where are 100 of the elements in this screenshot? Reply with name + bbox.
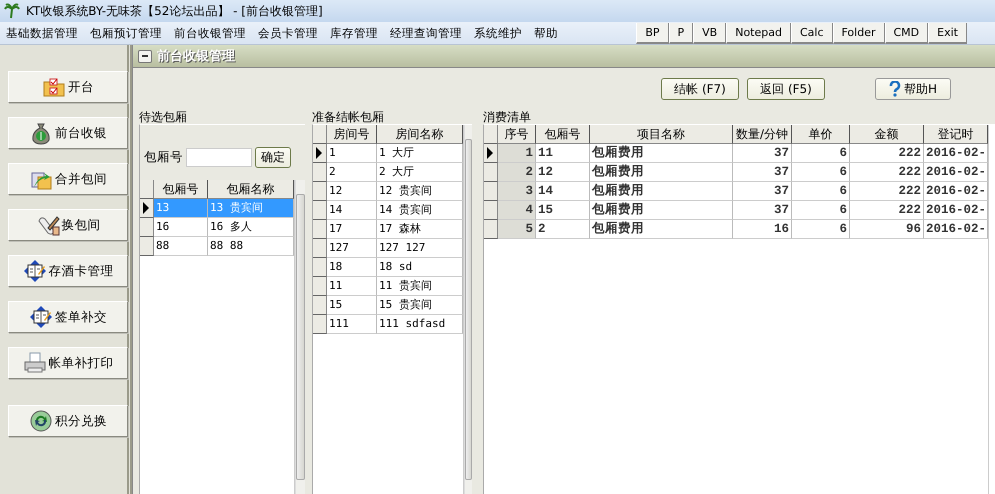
table-cell: 88 88 [208,237,294,256]
menu-item[interactable]: 帮助 [528,26,564,40]
table-cell: 17 [327,220,377,239]
table-cell: 包厢费用 [590,201,733,220]
sidebar-button[interactable]: 换包间 [8,209,128,241]
ledger-icon [22,259,46,283]
column-header[interactable]: 包厢号 [536,125,590,144]
menu-item[interactable]: 会员卡管理 [252,26,324,40]
scrollbar[interactable] [295,180,305,494]
column-header[interactable]: 登记时 [924,125,988,144]
table-cell: 5 [498,220,536,239]
header-corner [484,125,498,144]
table-cell: 11 [536,144,590,163]
collapse-icon[interactable] [138,50,152,62]
toolbar-button[interactable]: Notepad [726,23,791,44]
menu-item[interactable]: 基础数据管理 [0,26,84,40]
sidebar-button[interactable]: 存酒卡管理 [8,255,128,287]
menu-item[interactable]: 包厢预订管理 [84,26,168,40]
toolbar-button[interactable]: P [668,23,694,44]
column-header[interactable]: 包厢号 [154,180,208,199]
sidebar-button[interactable]: 前台收银 [8,117,128,149]
table-cell: 37 [733,201,792,220]
row-indicator[interactable] [313,144,327,163]
table-cell: 6 [792,163,850,182]
table-cell: 包厢费用 [590,144,733,163]
printer-icon [22,351,46,375]
table-cell: 111 sdfasd [377,315,463,334]
panel-title: 前台收银管理 [157,48,235,65]
action-button[interactable]: 结帐 (F7) [661,78,739,100]
field-label: 包厢号 [144,149,183,166]
table-cell: 2016-02- [924,144,988,163]
confirm-button[interactable]: 确定 [255,147,291,168]
sidebar-button[interactable]: 合并包间 [8,163,128,195]
table-cell: 15 [536,201,590,220]
table-cell: 37 [733,182,792,201]
table-cell: 1 [327,144,377,163]
group-title: 待选包厢 [139,110,188,124]
menu-item[interactable]: 经理查询管理 [384,26,468,40]
table-cell: 12 [536,163,590,182]
table-cell: 2 [498,163,536,182]
table-cell: 包厢费用 [590,220,733,239]
column-header[interactable]: 房间号 [327,125,377,144]
table-cell: 16 多人 [208,218,294,237]
table-cell: 37 [733,144,792,163]
table-cell: 14 [327,201,377,220]
row-indicator[interactable] [140,199,154,218]
table-cell: 包厢费用 [590,163,733,182]
question-mark-icon [888,81,901,97]
table-cell: 18 sd [377,258,463,277]
table-cell: 12 [327,182,377,201]
table-cell: 222 [850,144,924,163]
menu-item[interactable]: 库存管理 [324,26,384,40]
room-number-field[interactable] [186,148,252,167]
table-cell: 222 [850,182,924,201]
toolbar-button[interactable]: Calc [790,23,832,44]
sidebar-button[interactable]: 积分兑换 [8,405,128,437]
table-cell: 15 贵宾间 [377,296,463,315]
row-indicator[interactable] [484,144,498,163]
toolbar-button[interactable]: Exit [928,23,967,44]
table-cell: 6 [792,144,850,163]
table-cell: 14 贵宾间 [377,201,463,220]
table-cell: 2016-02- [924,220,988,239]
table-cell: 2016-02- [924,201,988,220]
column-header[interactable]: 单价 [792,125,850,144]
table-cell: 6 [792,220,850,239]
column-header[interactable]: 房间名称 [377,125,463,144]
help-button[interactable]: 帮助H [875,78,951,100]
table-cell: 15 [327,296,377,315]
column-header[interactable]: 金额 [850,125,924,144]
column-header[interactable]: 包厢名称 [208,180,294,199]
toolbar-button[interactable]: Folder [832,23,884,44]
group-title: 消费清单 [483,110,532,124]
table-cell: 37 [733,163,792,182]
table-cell: 14 [536,182,590,201]
sidebar-button[interactable]: 帐单补打印 [8,347,128,379]
table-cell: 12 贵宾间 [377,182,463,201]
column-header[interactable]: 序号 [498,125,536,144]
table-cell: 17 森林 [377,220,463,239]
column-header[interactable]: 数量/分钟 [733,125,792,144]
action-button[interactable]: 返回 (F5) [747,78,825,100]
menu-item[interactable]: 系统维护 [468,26,528,40]
table-cell: 222 [850,163,924,182]
toolbar-button[interactable]: VB [693,23,726,44]
toolbar-button[interactable]: BP [636,23,668,44]
table-cell: 2016-02- [924,163,988,182]
sidebar-button[interactable]: 签单补交 [8,301,128,333]
header-corner [313,125,327,144]
sidebar-button[interactable]: 开台 [8,71,128,103]
table-cell: 1 [498,144,536,163]
table-cell: 16 [733,220,792,239]
table-cell: 4 [498,201,536,220]
table-cell: 127 127 [377,239,463,258]
table-cell: 2 [327,163,377,182]
window-title: KT收银系统BY-无味茶【52论坛出品】 - [前台收银管理] [26,2,323,20]
column-header[interactable]: 项目名称 [590,125,733,144]
table-cell: 88 [154,237,208,256]
menu-item[interactable]: 前台收银管理 [168,26,252,40]
table-cell: 18 [327,258,377,277]
scrollbar[interactable] [464,125,472,494]
toolbar-button[interactable]: CMD [884,23,928,44]
